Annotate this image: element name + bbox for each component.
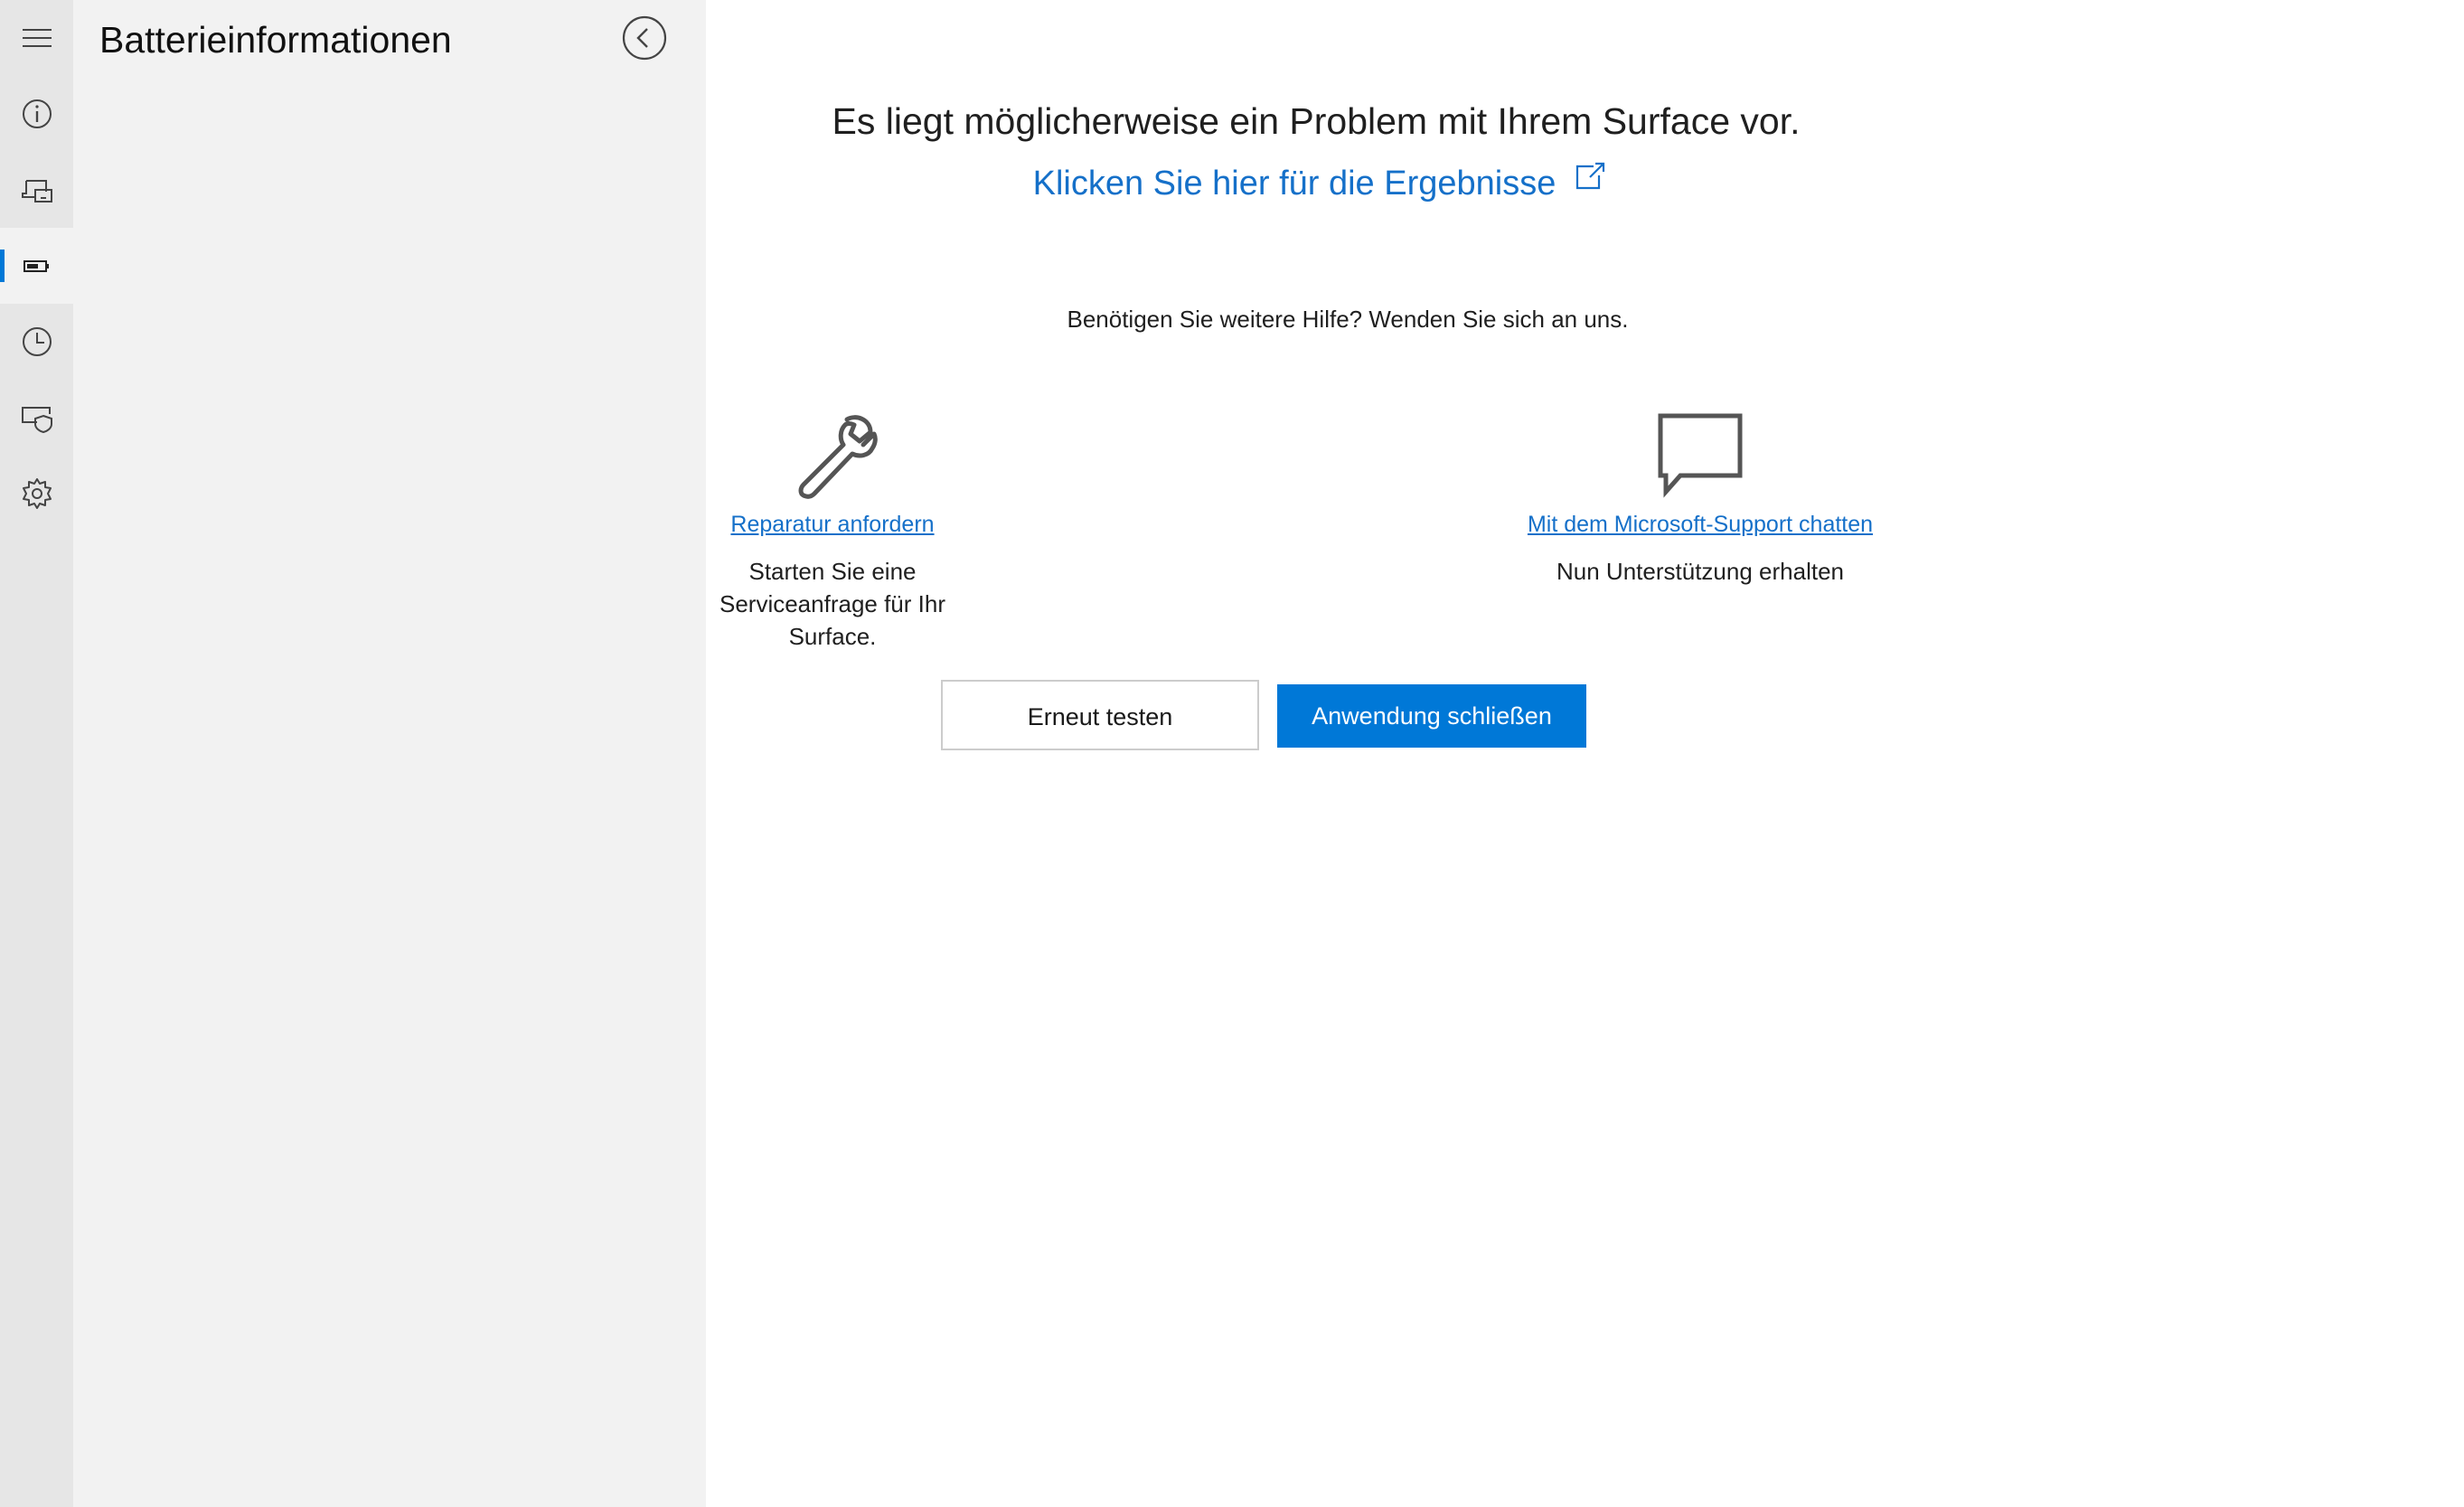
external-link-icon	[1576, 162, 1605, 190]
repair-description-line1: Starten Sie eine	[748, 558, 917, 585]
rail-item-protection[interactable]	[0, 380, 73, 456]
chat-option: Mit dem Microsoft-Support chatten Nun Un…	[1465, 409, 1935, 588]
devices-icon	[21, 180, 52, 203]
chat-description: Nun Unterstützung erhalten	[1556, 558, 1844, 585]
main-content: Es liegt möglicherweise ein Problem mit …	[706, 0, 2464, 1507]
retry-button[interactable]: Erneut testen	[941, 680, 1259, 750]
history-clock-icon	[22, 327, 52, 356]
back-button[interactable]	[621, 14, 668, 61]
close-app-button[interactable]: Anwendung schließen	[1277, 684, 1586, 748]
panel-title: Batterieinformationen	[99, 19, 452, 61]
repair-option: Reparatur anfordern Starten Sie eine Ser…	[688, 409, 977, 653]
device-shield-icon	[21, 407, 52, 434]
rail-item-battery[interactable]	[0, 228, 73, 304]
microsoft-support-chat-link[interactable]: Mit dem Microsoft-Support chatten	[1465, 508, 1935, 541]
gear-icon	[22, 478, 52, 509]
repair-request-link[interactable]: Reparatur anfordern	[688, 508, 977, 541]
rail-item-devices[interactable]	[0, 152, 73, 228]
rail-item-settings[interactable]	[0, 456, 73, 532]
help-text: Benötigen Sie weitere Hilfe? Wenden Sie …	[1067, 306, 1629, 333]
results-link[interactable]: Klicken Sie hier für die Ergebnisse	[995, 159, 1646, 208]
problem-headline: Es liegt möglicherweise ein Problem mit …	[832, 100, 1801, 142]
info-icon	[22, 99, 52, 128]
rail-item-history[interactable]	[0, 304, 73, 380]
results-link-label: Klicken Sie hier für die Ergebnisse	[1032, 165, 1556, 203]
rail-item-info[interactable]	[0, 76, 73, 152]
wrench-icon	[798, 415, 878, 499]
back-arrow-circle-icon	[622, 15, 667, 61]
battery-icon	[23, 260, 49, 272]
hamburger-menu-button[interactable]	[0, 0, 73, 76]
side-panel: Batterieinformationen	[73, 0, 706, 1507]
icon-rail	[0, 0, 73, 1507]
hamburger-menu-icon	[22, 29, 52, 47]
repair-description-line2: Serviceanfrage für Ihr Surface.	[719, 590, 945, 650]
chat-bubble-icon	[1658, 413, 1743, 498]
